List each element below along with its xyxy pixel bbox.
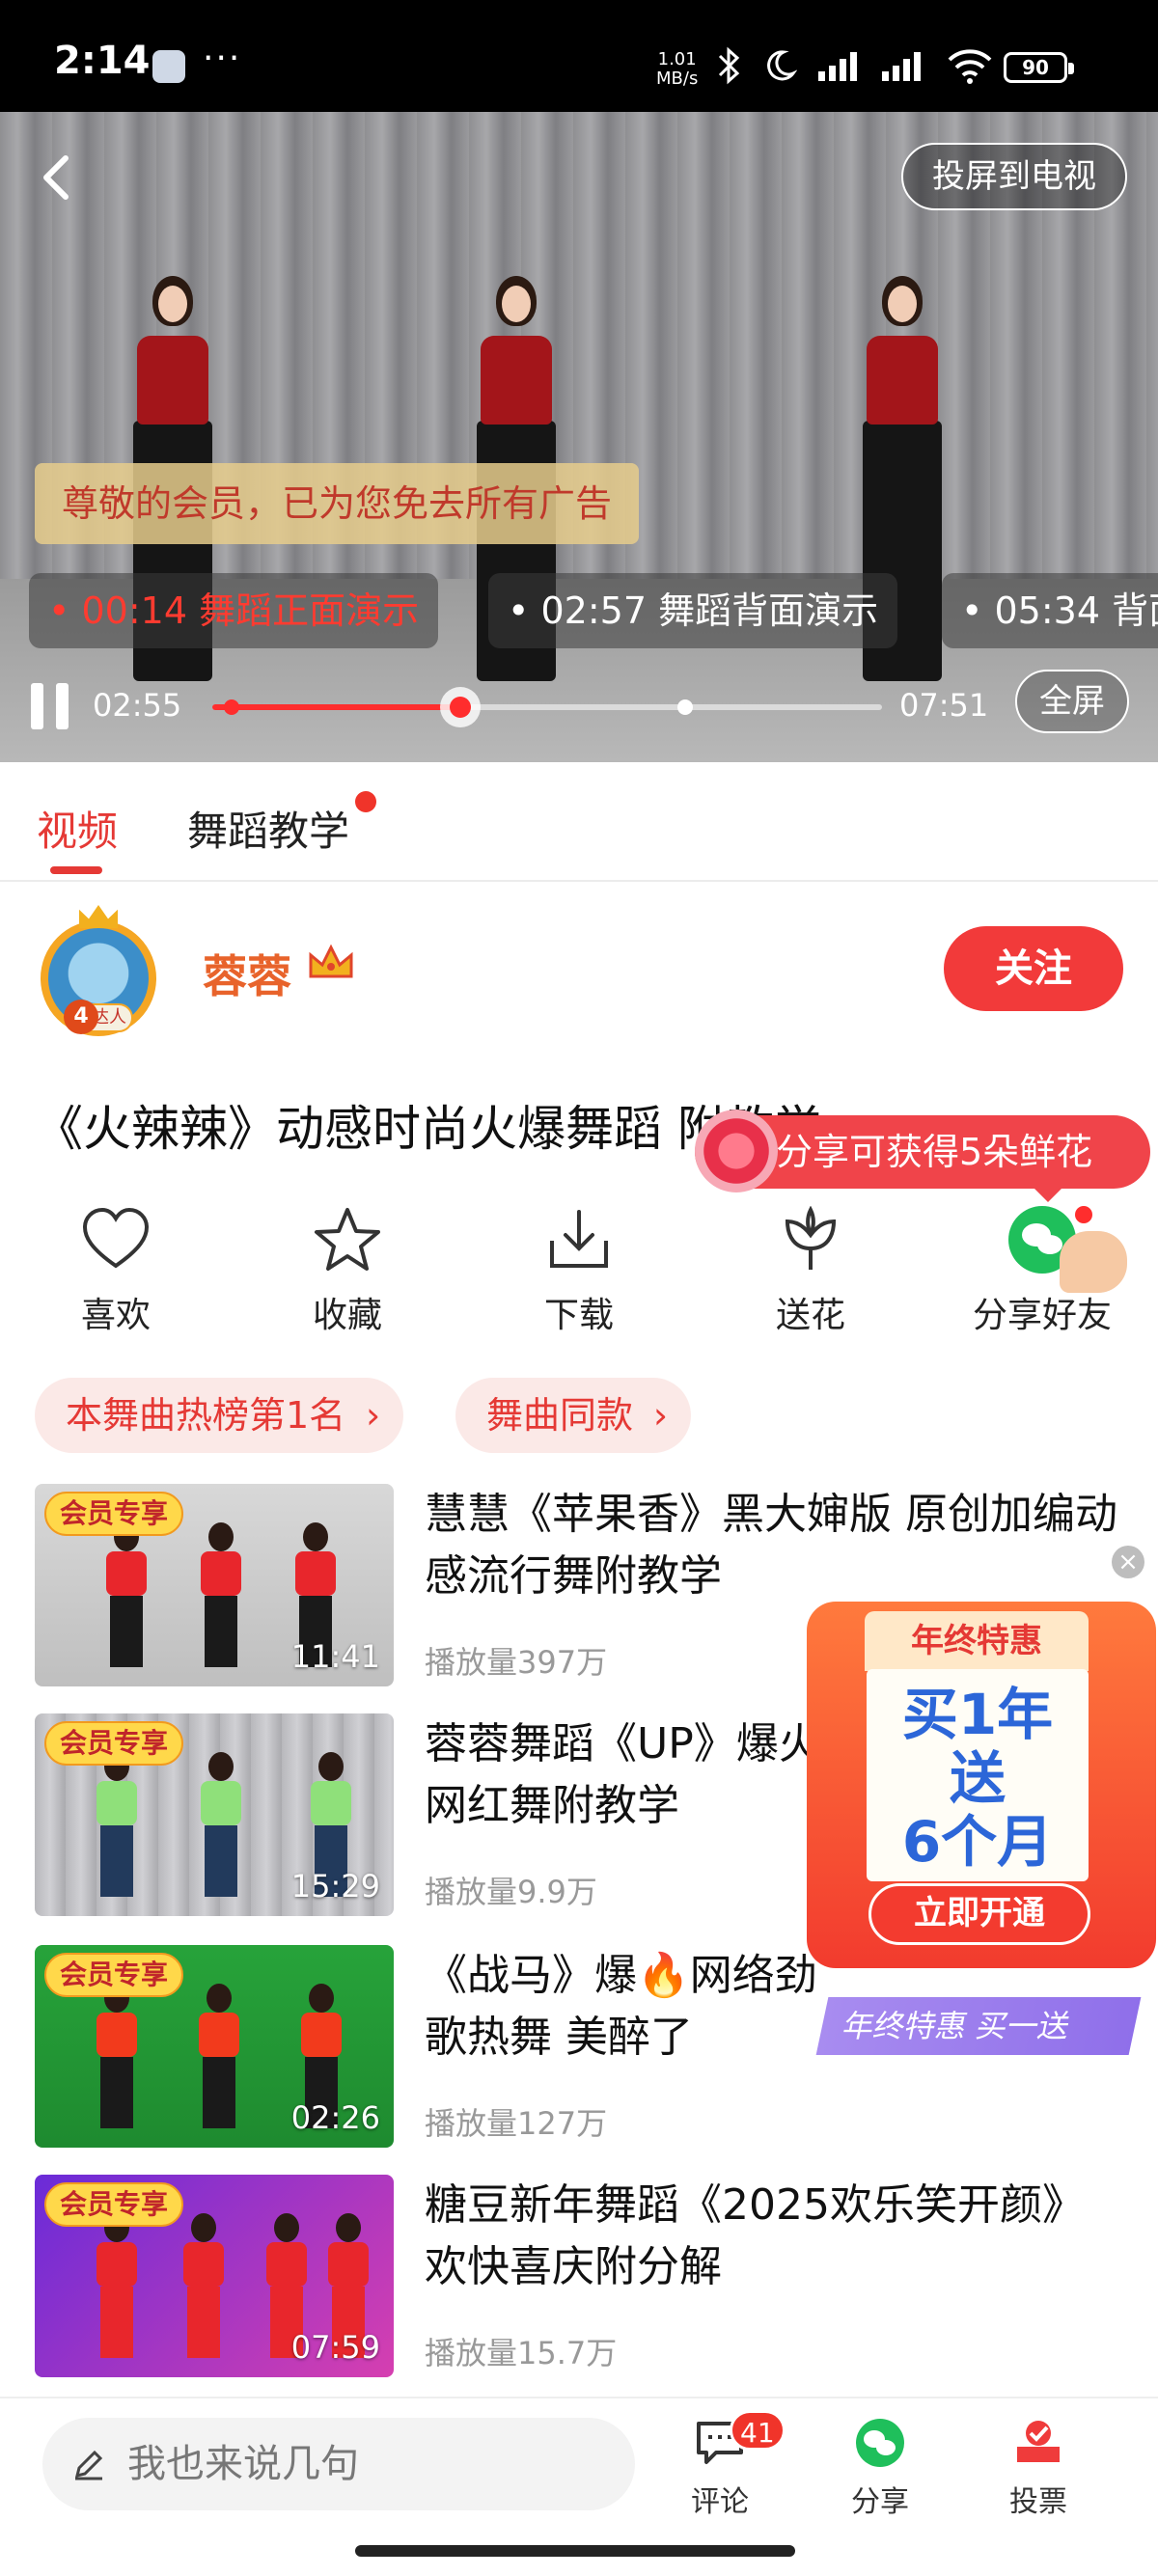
wifi-icon xyxy=(948,49,992,84)
download-button[interactable]: 下载 xyxy=(482,1196,676,1341)
video-duration: 11:41 xyxy=(290,1638,380,1675)
content-tabs: 视频 舞蹈教学 xyxy=(0,762,1158,882)
star-icon xyxy=(315,1208,380,1271)
net-speed: 1.01 MB/s xyxy=(656,49,699,89)
moon-icon xyxy=(767,50,797,81)
year-end-promo[interactable]: 年终特惠 买1年 送 6个月 立即开通 xyxy=(807,1602,1156,1968)
chapter-back-demo[interactable]: • 02:57 舞蹈背面演示 xyxy=(488,573,898,648)
fullscreen-button[interactable]: 全屏 xyxy=(1015,670,1129,733)
home-indicator xyxy=(355,2545,795,2557)
pencil-icon xyxy=(74,2450,103,2480)
rose-icon xyxy=(695,1110,778,1192)
vip-crown-icon xyxy=(309,944,353,978)
vip-only-tag: 会员专享 xyxy=(44,1953,184,1997)
video-title: 慧慧《苹果香》黑大婶版 原创加编动感流行舞附教学 xyxy=(425,1490,1117,1601)
tab-active-indicator xyxy=(50,866,102,874)
favorite-button[interactable]: 收藏 xyxy=(251,1196,444,1341)
author-avatar[interactable]: 达人 4 xyxy=(35,905,162,1040)
vip-only-tag: 会员专享 xyxy=(44,1492,184,1536)
view-count: 播放量9.9万 xyxy=(425,1874,597,1910)
video-thumbnail: 会员专享 02:26 xyxy=(35,1945,394,2148)
more-notifications-icon: ··· xyxy=(203,39,242,78)
chapter-front-demo[interactable]: • 00:14 舞蹈正面演示 xyxy=(29,573,439,648)
list-item[interactable]: 会员专享 07:59 糖豆新年舞蹈《2025欢乐笑开颜》欢快喜庆附分解 播放量1… xyxy=(35,2175,1123,2377)
cast-to-tv-button[interactable]: 投屏到电视 xyxy=(901,143,1127,210)
wrench-icon xyxy=(152,50,185,83)
vote-button[interactable]: 投票 xyxy=(980,2418,1096,2520)
heart-icon xyxy=(82,1207,150,1269)
new-dot xyxy=(355,791,376,812)
chapter-marker xyxy=(224,699,239,715)
chevron-right-icon: › xyxy=(365,1394,381,1437)
same-song-chip[interactable]: 舞曲同款 › xyxy=(455,1378,692,1453)
author-name[interactable]: 蓉蓉 xyxy=(203,942,291,1005)
video-thumbnail: 会员专享 15:29 xyxy=(35,1713,394,1916)
video-title: 糖豆新年舞蹈《2025欢乐笑开颜》欢快喜庆附分解 xyxy=(425,2180,1085,2291)
wechat-icon xyxy=(856,2419,904,2467)
video-duration: 15:29 xyxy=(290,1868,380,1905)
download-icon xyxy=(550,1210,608,1268)
crown-icon xyxy=(79,905,118,928)
notification-dot xyxy=(1075,1206,1092,1223)
follow-button[interactable]: 关注 xyxy=(944,926,1123,1011)
like-button[interactable]: 喜欢 xyxy=(19,1196,212,1341)
pointing-hand-icon xyxy=(1060,1231,1127,1293)
video-duration: 02:26 xyxy=(290,2099,380,2136)
video-duration: 07:59 xyxy=(290,2329,380,2366)
status-time: 2:14 xyxy=(54,39,151,83)
share-button[interactable]: 分享 xyxy=(822,2418,938,2520)
view-count: 播放量397万 xyxy=(425,1644,608,1681)
promo-strip[interactable]: 年终特惠 买一送 xyxy=(815,1997,1142,2055)
back-button[interactable] xyxy=(33,149,79,206)
status-bar: 2:14 ··· 1.01 MB/s 90 xyxy=(0,0,1158,112)
view-count: 播放量15.7万 xyxy=(425,2335,618,2371)
video-player[interactable]: 投屏到电视 尊敬的会员，已为您免去所有广告 • 00:14 舞蹈正面演示 • 0… xyxy=(0,112,1158,762)
close-promo-button[interactable]: × xyxy=(1112,1546,1144,1578)
tab-video[interactable]: 视频 xyxy=(37,799,118,858)
flower-icon xyxy=(785,1206,837,1270)
chapter-back-2[interactable]: • 05:34 背面 xyxy=(942,573,1158,648)
open-now-button[interactable]: 立即开通 xyxy=(868,1883,1090,1945)
send-flower-button[interactable]: 送花 xyxy=(714,1196,907,1341)
bluetooth-icon xyxy=(718,46,740,85)
action-row: 喜欢 收藏 下载 送花 分享好友 xyxy=(0,1196,1158,1341)
total-time: 07:51 xyxy=(899,687,989,724)
comment-count-badge: 41 xyxy=(730,2410,786,2451)
vote-icon xyxy=(1017,2421,1060,2462)
video-title: 蓉蓉舞蹈《UP》爆火网红舞附教学 xyxy=(425,1719,821,1830)
promo-deal: 买1年 送 6个月 xyxy=(901,1682,1054,1875)
pause-button[interactable] xyxy=(31,683,73,729)
video-thumbnail: 会员专享 11:41 xyxy=(35,1484,394,1686)
progress-thumb[interactable] xyxy=(439,687,481,727)
battery-icon: 90 xyxy=(1004,52,1074,83)
video-title: 《战马》爆🔥网络劲歌热舞 美醉了 xyxy=(425,1951,817,2062)
vip-only-tag: 会员专享 xyxy=(44,2182,184,2227)
promo-title: 年终特惠 xyxy=(865,1611,1089,1671)
view-count: 播放量127万 xyxy=(425,2105,608,2142)
chevron-right-icon: › xyxy=(652,1394,669,1437)
vip-only-tag: 会员专享 xyxy=(44,1721,184,1766)
chapter-marker xyxy=(677,699,693,715)
level-badge: 4 xyxy=(64,1000,98,1034)
chevron-left-icon xyxy=(43,155,69,200)
progress-bar[interactable] xyxy=(212,687,882,727)
tab-dance-teaching[interactable]: 舞蹈教学 xyxy=(187,799,349,858)
ad-free-notice: 尊敬的会员，已为您免去所有广告 xyxy=(35,463,640,544)
hot-chart-chip[interactable]: 本舞曲热榜第1名 › xyxy=(35,1378,404,1453)
video-thumbnail: 会员专享 07:59 xyxy=(35,2175,394,2377)
player-controls: 02:55 07:51 全屏 xyxy=(0,666,1158,762)
signal-icon xyxy=(818,52,857,81)
current-time: 02:55 xyxy=(93,687,182,724)
progress-played xyxy=(212,704,460,710)
signal-icon-2 xyxy=(882,52,921,81)
share-reward-tooltip: 分享可获得5朵鲜花 xyxy=(695,1110,1150,1202)
comment-input[interactable]: 我也来说几句 xyxy=(42,2418,635,2510)
